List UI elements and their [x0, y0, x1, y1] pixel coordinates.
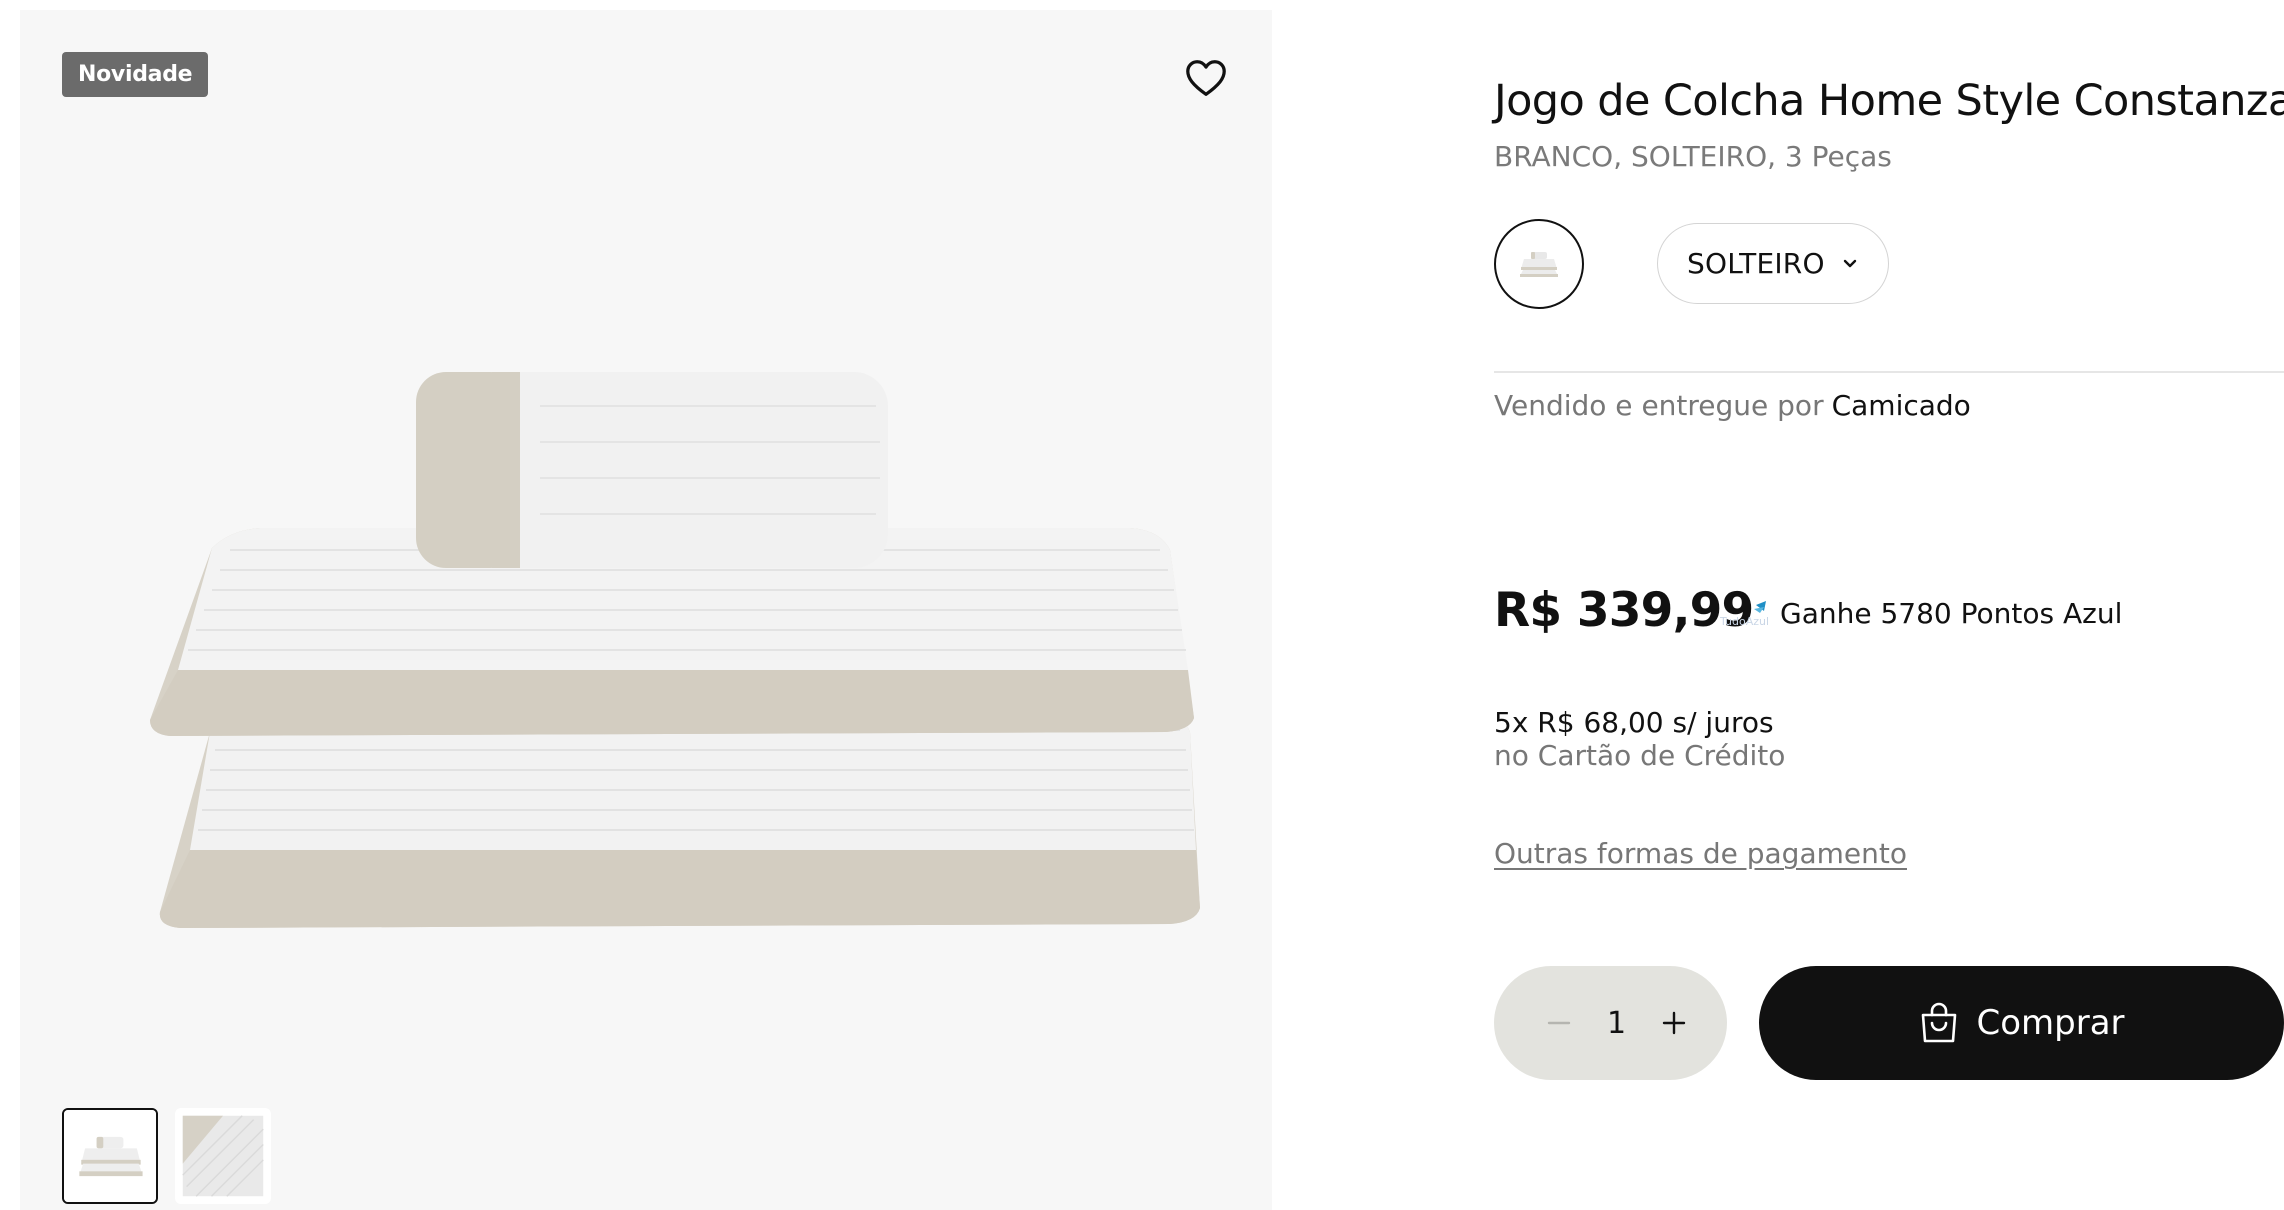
- favorite-button[interactable]: [1183, 55, 1229, 101]
- seller-info: Vendido e entregue por Camicado: [1494, 389, 1971, 422]
- swatch-thumbnail: [1520, 252, 1558, 277]
- size-select[interactable]: SOLTEIRO: [1657, 223, 1889, 304]
- color-swatch-selected[interactable]: [1494, 219, 1584, 309]
- folded-quilt-bottom: [159, 710, 1200, 928]
- section-divider: [1494, 371, 2284, 373]
- rolled-pillowcase-top: [416, 372, 888, 568]
- minus-icon[interactable]: [1546, 1010, 1572, 1036]
- product-main-image[interactable]: [120, 350, 1200, 950]
- product-title: Jogo de Colcha Home Style Constanza: [1494, 76, 2284, 126]
- installments-method: no Cartão de Crédito: [1494, 739, 1786, 772]
- quantity-value[interactable]: 1: [1607, 1006, 1626, 1041]
- product-price: R$ 339,99: [1494, 583, 1754, 638]
- product-gallery: Novidade: [20, 10, 1272, 1210]
- quantity-stepper: 1: [1494, 966, 1727, 1080]
- tudoazul-logo-icon: TudoAzul: [1720, 600, 1768, 628]
- tudoazul-logo-text: TudoAzul: [1720, 615, 1768, 628]
- seller-prefix: Vendido e entregue por: [1494, 389, 1824, 422]
- thumbnail-2[interactable]: [175, 1108, 271, 1204]
- heart-icon: [1186, 60, 1226, 96]
- product-variant-summary: BRANCO, SOLTEIRO, 3 Peças: [1494, 140, 1892, 173]
- buy-button[interactable]: Comprar: [1759, 966, 2284, 1080]
- buy-button-label: Comprar: [1976, 1003, 2125, 1043]
- other-payment-methods-link[interactable]: Outras formas de pagamento: [1494, 837, 1907, 870]
- plus-icon[interactable]: [1661, 1010, 1687, 1036]
- size-select-value: SOLTEIRO: [1687, 247, 1825, 280]
- chevron-down-icon: [1843, 259, 1856, 267]
- seller-name-link[interactable]: Camicado: [1832, 389, 1971, 422]
- loyalty-points: TudoAzul Ganhe 5780 Pontos Azul: [1720, 597, 2122, 630]
- installments-text: 5x R$ 68,00 s/ juros: [1494, 706, 1774, 739]
- loyalty-points-text: Ganhe 5780 Pontos Azul: [1780, 597, 2123, 630]
- new-badge: Novidade: [62, 52, 209, 97]
- thumbnail-1[interactable]: [62, 1108, 158, 1204]
- shopping-bag-icon: [1922, 1002, 1957, 1043]
- product-info-panel: Jogo de Colcha Home Style Constanza BRAN…: [1494, 0, 2284, 1210]
